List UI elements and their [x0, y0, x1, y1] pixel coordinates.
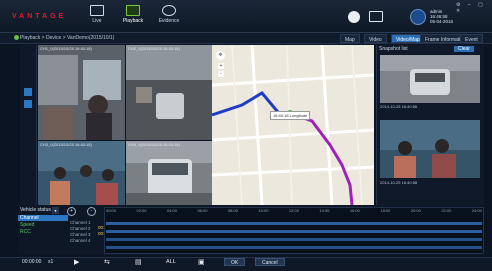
- chevron-down-icon[interactable]: ▾: [52, 207, 59, 214]
- layout-strip: [20, 45, 37, 205]
- video-tile-3[interactable]: CH3_0(2015/10/25 16:40:18): [38, 141, 125, 205]
- nav-playback-label: Playback: [122, 18, 144, 24]
- nav-playback[interactable]: Playback: [116, 5, 150, 31]
- road-rear-image: [126, 141, 212, 205]
- snapshot-icon[interactable]: ▣: [198, 258, 205, 266]
- tick-label: 24:00: [471, 208, 482, 213]
- vehicle-status-label: Vehicle status: [20, 207, 51, 213]
- cancel-button[interactable]: Cancel: [255, 258, 285, 266]
- layout-4-icon[interactable]: [24, 100, 32, 108]
- video-tile-2[interactable]: CH2_0(2015/10/25 16:40:18): [126, 45, 212, 140]
- snapshot-image-1: [380, 55, 480, 103]
- vehicle-status-channel[interactable]: Channel: [18, 215, 68, 221]
- camera-1-title: CH1_0(2015/10/25 16:40:18): [40, 46, 92, 51]
- tick-label: 18:00: [380, 208, 391, 213]
- map-zoom-out-button[interactable]: -: [218, 71, 224, 77]
- snapshot-caption-2: 2014-10-25 16:40:58: [380, 180, 418, 185]
- nav-evidence[interactable]: Evidence: [152, 5, 186, 31]
- back-icon[interactable]: [14, 35, 19, 40]
- vehicle-status-rcc[interactable]: RCC: [20, 229, 31, 235]
- tab-map[interactable]: Map: [340, 34, 360, 43]
- map-view[interactable]: 16:40:18 Longitude ✥ + -: [212, 45, 374, 205]
- playback-speed[interactable]: x1: [48, 259, 53, 265]
- evidence-icon: [162, 5, 176, 16]
- tick-label: 16:00: [349, 208, 360, 213]
- channel-4-label[interactable]: Channel 4: [70, 238, 91, 244]
- tick-label: 22:00: [441, 208, 452, 213]
- ok-button[interactable]: OK: [224, 258, 246, 266]
- download-icon[interactable]: [348, 11, 360, 23]
- playback-time: 00:00:00: [22, 259, 42, 265]
- passenger-cabin-image: [38, 141, 125, 205]
- clip-icon[interactable]: ▤: [135, 258, 142, 266]
- tab-video[interactable]: Video: [364, 34, 387, 43]
- zoom-out-icon[interactable]: -: [87, 207, 96, 216]
- street-view-image: [126, 45, 212, 140]
- export-icon[interactable]: ⇆: [104, 258, 110, 266]
- map-tooltip: 16:40:18 Longitude: [270, 111, 311, 120]
- user-date: 05-04-2016: [430, 19, 454, 24]
- video-tile-4[interactable]: CH4_0(2015/10/25 16:40:18): [126, 141, 212, 205]
- avatar[interactable]: [410, 9, 426, 25]
- timeline-track-4[interactable]: [106, 246, 482, 249]
- tick-label: 14:00: [319, 208, 330, 213]
- user-info: admin 16:46:58 05-04-2016: [430, 9, 453, 24]
- timeline-track-2[interactable]: [106, 230, 482, 233]
- tick-label: 12:00: [288, 208, 299, 213]
- map-pan-control[interactable]: ✥: [216, 51, 225, 60]
- layout-1-icon[interactable]: [24, 88, 32, 96]
- tab-event[interactable]: Event: [460, 34, 483, 43]
- nav-live[interactable]: Live: [80, 5, 114, 31]
- snapshot-caption-1: 2014-10-25 16:40:56: [380, 104, 418, 109]
- camera-2-title: CH2_0(2015/10/25 16:40:18): [128, 46, 180, 51]
- tick-label: 06:00: [197, 208, 208, 213]
- window-controls[interactable]: ⚙ – ▢ ✕: [456, 2, 492, 14]
- app-logo: VANTAGE: [12, 13, 67, 20]
- monitor-icon: [90, 5, 104, 16]
- all-button[interactable]: ALL: [166, 259, 176, 265]
- snapshot-image-2: [380, 120, 480, 178]
- bus-interior-image: [38, 45, 125, 140]
- camera-3-title: CH3_0(2015/10/25 16:40:18): [40, 142, 92, 147]
- play-icon[interactable]: ▶: [74, 258, 79, 266]
- tick-label: 08:00: [227, 208, 238, 213]
- snapshot-item-1[interactable]: [380, 55, 480, 103]
- timeline-ruler: 00:00 02:00 04:00 06:00 08:00 10:00 12:0…: [106, 208, 482, 216]
- tick-label: 20:00: [410, 208, 421, 213]
- tick-label: 04:00: [166, 208, 177, 213]
- camera-4-title: CH4_0(2015/10/25 16:40:18): [128, 142, 180, 147]
- breadcrumb: Playback > Device > VanDemo(2015/10/1): [20, 35, 115, 41]
- snapshot-item-2[interactable]: [380, 120, 480, 178]
- route-map: [212, 45, 374, 205]
- playback-icon: [126, 5, 140, 16]
- map-zoom-in-button[interactable]: +: [218, 63, 224, 69]
- printer-icon[interactable]: [369, 11, 383, 22]
- vehicle-status-speed[interactable]: Speed: [20, 222, 34, 228]
- tick-label: 00:00: [106, 208, 117, 213]
- snapshot-title: Snapshot list: [379, 46, 408, 52]
- video-tile-1[interactable]: CH1_0(2015/10/25 16:40:18): [38, 45, 125, 140]
- tick-label: 10:00: [258, 208, 269, 213]
- timeline-track-3[interactable]: [106, 238, 482, 241]
- channel-list: Channel 1 Channel 2 Channel 3 Channel 4: [70, 220, 91, 244]
- nav-live-label: Live: [92, 18, 102, 24]
- zoom-in-icon[interactable]: +: [67, 207, 76, 216]
- tick-label: 02:00: [136, 208, 147, 213]
- snapshot-clear-button[interactable]: Clear: [454, 46, 474, 52]
- timeline-track-1[interactable]: [106, 222, 482, 225]
- nav-evidence-label: Evidence: [158, 18, 180, 24]
